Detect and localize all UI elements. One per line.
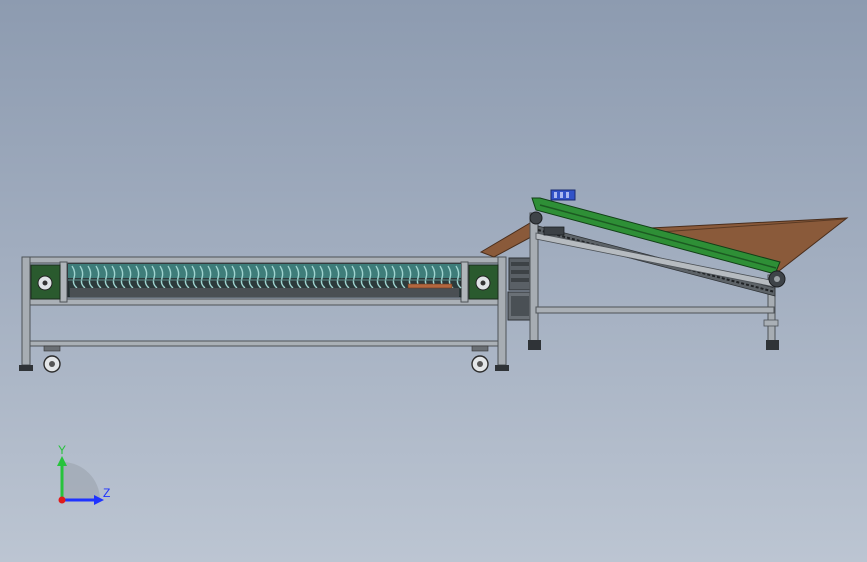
bottom-rail [21,340,507,347]
roller-sorting-conveyor[interactable] [19,256,509,373]
lower-rail [21,298,507,306]
incline-foot-front [528,340,541,350]
roller-trough [70,288,459,297]
x-axis-point [58,496,66,504]
triad-y-label: Y [58,443,67,457]
discharge-plate [407,283,453,289]
cad-viewport[interactable]: Y Z [0,0,867,562]
inclined-belt-conveyor[interactable] [479,189,849,350]
head-pulley [529,211,543,225]
foot-right [495,365,509,371]
conveyor-assembly-model[interactable] [0,0,867,562]
caster-right [471,345,489,373]
caster-left [43,345,61,373]
triad-z-label: Z [103,486,111,500]
coordinate-triad [57,456,104,505]
sensor-unit [550,189,576,201]
frame-leg-inner-left [59,261,68,303]
frame-leg-right [497,256,507,366]
incline-crossbar [535,306,775,314]
frame-leg-inner-right [460,261,469,303]
y-axis-arrow [57,456,67,466]
frame-leg-left [21,256,31,366]
drive-motor[interactable] [507,257,533,321]
top-rail [21,256,507,264]
inlet-chute [479,222,534,258]
incline-foot-rear [766,340,779,350]
foot-left [19,365,33,371]
